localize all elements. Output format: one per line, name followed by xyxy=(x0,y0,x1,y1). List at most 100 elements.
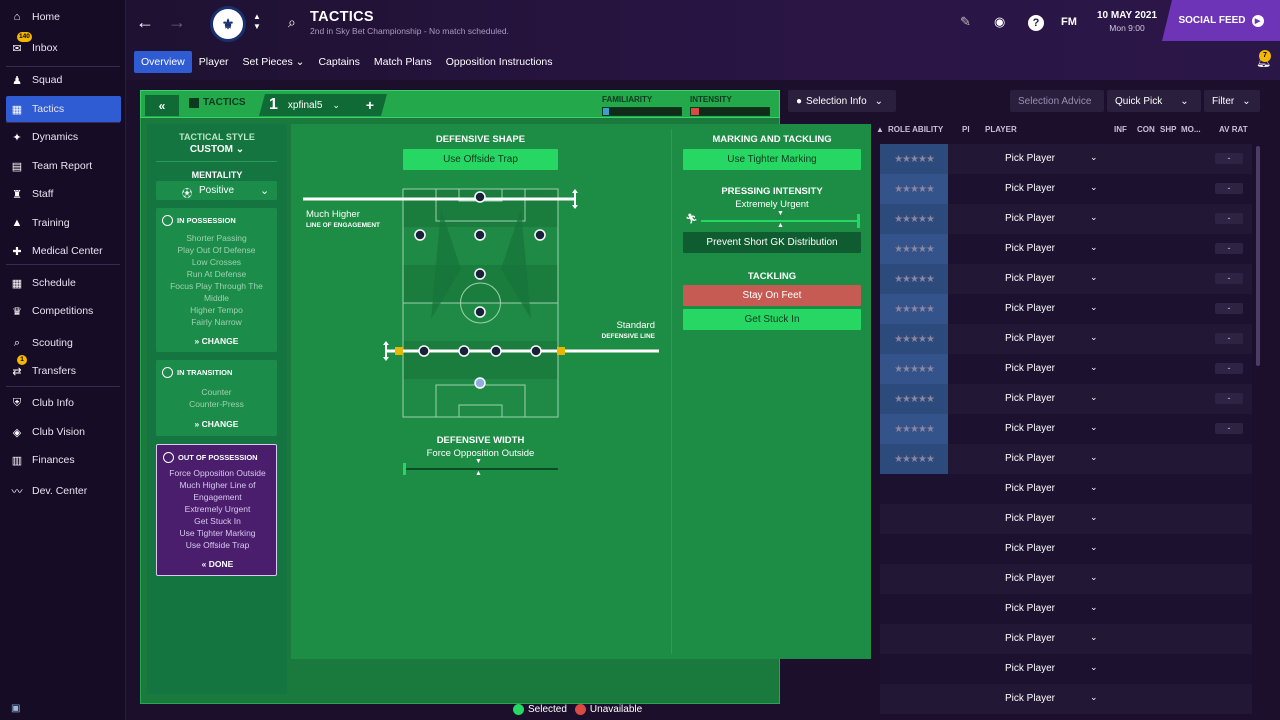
chevron-down-icon[interactable]: ⌄ xyxy=(1090,512,1098,523)
pick-player-label[interactable]: Pick Player xyxy=(1005,393,1055,404)
chevron-down-icon[interactable]: ⌄ xyxy=(1090,572,1098,583)
table-row[interactable]: Pick Player ⌄ xyxy=(880,624,1252,654)
pick-player-label[interactable]: Pick Player xyxy=(1005,543,1055,554)
table-row[interactable]: ★★★★★ Pick Player ⌄ - xyxy=(880,264,1252,294)
search-icon[interactable]: ⌕ xyxy=(288,14,296,31)
table-row[interactable]: Pick Player ⌄ xyxy=(880,474,1252,504)
chevron-down-icon[interactable]: ⌄ xyxy=(1090,152,1098,163)
pick-player-label[interactable]: Pick Player xyxy=(1005,333,1055,344)
tactical-style-select[interactable]: CUSTOM ⌄ xyxy=(147,144,287,155)
sidebar-item-finances[interactable]: ▥ Finances xyxy=(6,447,121,473)
club-crest-icon[interactable]: ⚜ xyxy=(210,6,246,42)
selection-info-button[interactable]: ● Selection Info ⌄ xyxy=(788,90,896,112)
sidebar-item-training[interactable]: ▲ Training xyxy=(6,210,121,236)
chevron-down-icon[interactable]: ⌄ xyxy=(1090,662,1098,673)
pick-player-label[interactable]: Pick Player xyxy=(1005,663,1055,674)
collapse-button[interactable]: « xyxy=(145,95,179,116)
pick-player-label[interactable]: Pick Player xyxy=(1005,633,1055,644)
tab-opposition-instructions[interactable]: Opposition Instructions xyxy=(439,51,560,73)
table-row[interactable]: Pick Player ⌄ xyxy=(880,654,1252,684)
pressing-slider[interactable]: 🏃︎ ▼ ▲ xyxy=(683,210,861,229)
table-row[interactable]: ★★★★★ Pick Player ⌄ - xyxy=(880,354,1252,384)
globe-icon[interactable]: ◉ xyxy=(994,14,1005,30)
sidebar-item-scouting[interactable]: ⌕ Scouting xyxy=(6,330,121,356)
pick-player-label[interactable]: Pick Player xyxy=(1005,243,1055,254)
prevent-short-gk-button[interactable]: Prevent Short GK Distribution xyxy=(683,232,861,253)
table-row[interactable]: ★★★★★ Pick Player ⌄ xyxy=(880,444,1252,474)
pick-player-label[interactable]: Pick Player xyxy=(1005,303,1055,314)
sidebar-item-transfers[interactable]: ⇄ 1 Transfers xyxy=(6,355,121,384)
add-tactic-button[interactable]: + xyxy=(353,94,387,116)
chevron-down-icon[interactable]: ⌄ xyxy=(1090,602,1098,613)
tab-captains[interactable]: Captains xyxy=(311,51,366,73)
table-row[interactable]: ★★★★★ Pick Player ⌄ - xyxy=(880,414,1252,444)
chevron-down-icon[interactable]: ⌄ xyxy=(1090,182,1098,193)
sidebar-item-medical-center[interactable]: ✚ Medical Center xyxy=(6,238,121,264)
table-row[interactable]: Pick Player ⌄ xyxy=(880,594,1252,624)
pick-player-label[interactable]: Pick Player xyxy=(1005,183,1055,194)
table-row[interactable]: ★★★★★ Pick Player ⌄ - xyxy=(880,174,1252,204)
table-row[interactable]: Pick Player ⌄ xyxy=(880,504,1252,534)
table-row[interactable]: ★★★★★ Pick Player ⌄ - xyxy=(880,294,1252,324)
back-arrow-icon[interactable]: ← xyxy=(136,12,154,33)
date-box[interactable]: 10 MAY 2021 Mon 9:00 xyxy=(1092,10,1162,33)
pick-player-label[interactable]: Pick Player xyxy=(1005,213,1055,224)
pick-player-label[interactable]: Pick Player xyxy=(1005,423,1055,434)
chevron-down-icon[interactable]: ⌄ xyxy=(1090,242,1098,253)
forward-arrow-icon[interactable]: → xyxy=(168,12,186,33)
sidebar-item-dev-center[interactable]: 〰 Dev. Center xyxy=(6,478,121,504)
pick-player-label[interactable]: Pick Player xyxy=(1005,573,1055,584)
club-switch-icon[interactable]: ▲ ▼ xyxy=(253,12,261,32)
social-feed-button[interactable]: SOCIAL FEED ▶ xyxy=(1162,0,1280,41)
pick-player-label[interactable]: Pick Player xyxy=(1005,453,1055,464)
chevron-down-icon[interactable]: ⌄ xyxy=(1090,632,1098,643)
tab-overview[interactable]: Overview xyxy=(134,51,192,73)
sidebar-item-club-vision[interactable]: ◈ Club Vision xyxy=(6,419,121,445)
help-icon[interactable]: ? xyxy=(1028,15,1044,31)
table-row[interactable]: Pick Player ⌄ xyxy=(880,684,1252,714)
sidebar-item-team-report[interactable]: ▤ Team Report xyxy=(6,153,121,179)
table-row[interactable]: ★★★★★ Pick Player ⌄ - xyxy=(880,144,1252,174)
quick-pick-button[interactable]: Quick Pick ⌄ xyxy=(1107,90,1201,112)
chevron-down-icon[interactable]: ⌄ xyxy=(1090,302,1098,313)
out-of-possession-done-button[interactable]: « DONE xyxy=(157,559,278,569)
stay-on-feet-button[interactable]: Stay On Feet xyxy=(683,285,861,306)
sidebar-item-tactics[interactable]: ▦ Tactics xyxy=(6,96,121,122)
intensity-meter[interactable] xyxy=(690,107,770,116)
familiarity-meter[interactable] xyxy=(602,107,682,116)
in-possession-change-button[interactable]: » CHANGE xyxy=(156,336,277,346)
chevron-down-icon[interactable]: ⌄ xyxy=(1090,272,1098,283)
tab-set-pieces[interactable]: Set Pieces ⌄ xyxy=(236,51,312,73)
pick-player-label[interactable]: Pick Player xyxy=(1005,483,1055,494)
use-offside-trap-button[interactable]: Use Offside Trap xyxy=(403,149,558,170)
sidebar-item-squad[interactable]: ♟ Squad xyxy=(6,67,121,93)
filter-button[interactable]: Filter ⌄ xyxy=(1204,90,1260,112)
pick-player-label[interactable]: Pick Player xyxy=(1005,363,1055,374)
scrollbar[interactable] xyxy=(1256,146,1260,366)
chevron-down-icon[interactable]: ⌄ xyxy=(1090,212,1098,223)
sidebar-item-staff[interactable]: ♜ Staff xyxy=(6,181,121,207)
pick-player-label[interactable]: Pick Player xyxy=(1005,603,1055,614)
col-role-ability[interactable]: ROLE ABILITY xyxy=(888,125,943,134)
status-icon[interactable]: ▣ xyxy=(11,703,20,714)
fm-logo[interactable]: FM xyxy=(1061,16,1077,28)
get-stuck-in-button[interactable]: Get Stuck In xyxy=(683,309,861,330)
chevron-down-icon[interactable]: ⌄ xyxy=(1090,392,1098,403)
use-tighter-marking-button[interactable]: Use Tighter Marking xyxy=(683,149,861,170)
col-player[interactable]: PLAYER xyxy=(985,125,1017,134)
pick-player-label[interactable]: Pick Player xyxy=(1005,153,1055,164)
selection-advice-button[interactable]: Selection Advice xyxy=(1010,90,1104,112)
in-transition-change-button[interactable]: » CHANGE xyxy=(156,419,277,429)
table-row[interactable]: ★★★★★ Pick Player ⌄ - xyxy=(880,234,1252,264)
defensive-width-slider[interactable]: ▼ ▲ xyxy=(403,458,558,477)
chevron-down-icon[interactable]: ⌄ xyxy=(1090,332,1098,343)
table-row[interactable]: ★★★★★ Pick Player ⌄ - xyxy=(880,204,1252,234)
sidebar-item-competitions[interactable]: ♛ Competitions xyxy=(6,298,121,324)
chevron-down-icon[interactable]: ⌄ xyxy=(1090,692,1098,703)
sidebar-item-club-info[interactable]: ⛨ Club Info xyxy=(6,390,121,416)
pick-player-label[interactable]: Pick Player xyxy=(1005,693,1055,704)
sidebar-item-schedule[interactable]: ▦ Schedule xyxy=(6,270,121,296)
col-pi[interactable]: PI xyxy=(962,125,970,134)
sidebar-item-dynamics[interactable]: ✦ Dynamics xyxy=(6,124,121,150)
col-mo[interactable]: MO... xyxy=(1181,125,1201,134)
